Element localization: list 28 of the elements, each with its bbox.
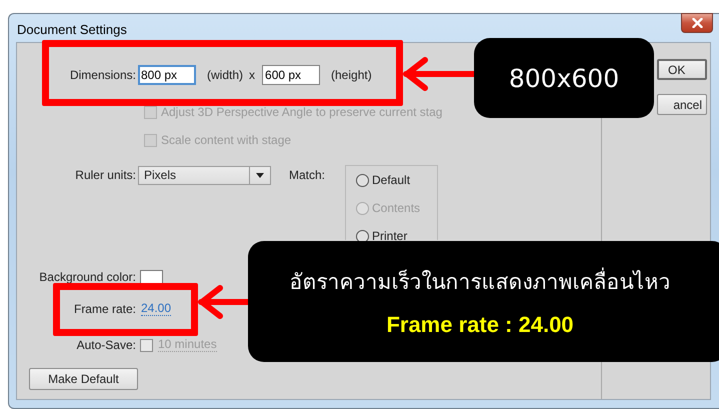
height-field[interactable]: 600 px	[262, 65, 320, 85]
units-dropdown[interactable]: Pixels	[138, 166, 271, 184]
radio-option[interactable]: Default	[356, 171, 410, 189]
caret-icon	[256, 172, 264, 178]
close-button[interactable]	[681, 13, 713, 33]
window-title: Document Settings	[17, 22, 127, 36]
minutes-value: 10 minutes	[158, 338, 217, 352]
times-label: x	[249, 68, 256, 82]
cancel-button[interactable]: ancel	[657, 94, 707, 115]
radio-option: Contents	[356, 199, 420, 217]
callout-text: อัตราความเร็วในการแสดงภาพเคลื่อนไหว	[290, 265, 670, 298]
field-label: Background color:	[38, 270, 137, 284]
width-field[interactable]: 800 px	[138, 65, 196, 85]
field-label: Frame rate:	[72, 302, 137, 316]
callout-text: 800x600	[508, 64, 620, 92]
unit-label: (height)	[331, 68, 372, 82]
color-swatch[interactable]	[140, 270, 163, 284]
option-label: Adjust 3D Perspective Angle to preserve current stag	[161, 105, 442, 119]
field-label: Match:	[289, 168, 326, 182]
make-default-button[interactable]: Make Default	[29, 368, 138, 390]
option-label: Scale content with stage	[161, 133, 292, 147]
field-label: Ruler units:	[74, 168, 137, 182]
unit-label: (width)	[207, 68, 244, 82]
ok-button[interactable]: OK	[657, 59, 707, 80]
field-label: Dimensions:	[68, 68, 137, 82]
field-label: Auto-Save:	[76, 338, 137, 352]
close-icon	[692, 18, 702, 28]
callout-caption: Frame rate : 24.00	[386, 312, 574, 338]
